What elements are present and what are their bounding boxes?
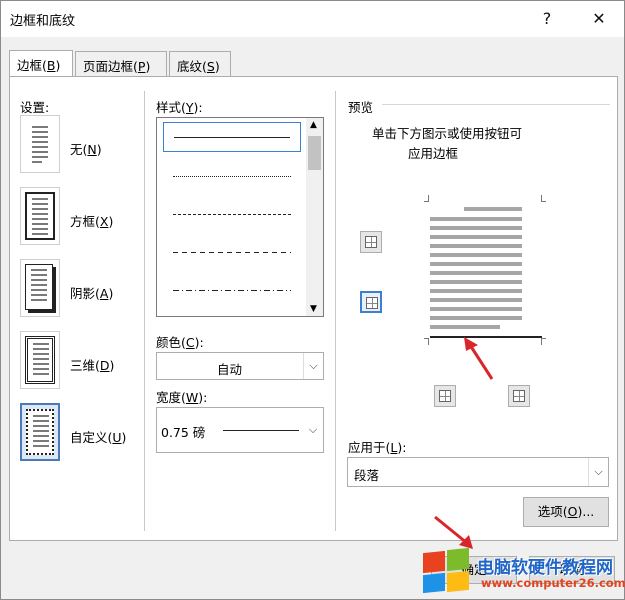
top-border-button[interactable] (360, 231, 382, 253)
border-right-icon (513, 390, 525, 402)
line-style-dashed[interactable] (163, 238, 301, 268)
scroll-up-icon[interactable]: ▲ (310, 120, 317, 130)
document-icon (27, 122, 53, 166)
chevron-down-icon[interactable]: ⌵ (588, 458, 608, 486)
setting-3d-label[interactable]: 三维(D) (70, 355, 114, 374)
custom-document-icon (26, 409, 54, 455)
preview-heading: 预览 (348, 100, 374, 115)
help-button[interactable]: ? (533, 5, 561, 33)
border-left-icon (439, 390, 451, 402)
setting-box-label[interactable]: 方框(X) (70, 211, 113, 230)
left-border-button[interactable] (434, 385, 456, 407)
red-arrow-annotation (464, 337, 494, 380)
setting-none-thumb[interactable] (20, 115, 60, 173)
line-style-dashed-small[interactable] (163, 200, 301, 230)
border-top-icon (365, 236, 377, 248)
apply-to-heading: 应用于(L): (348, 440, 407, 455)
width-dropdown[interactable]: 0.75 磅 ⌵ (156, 407, 324, 453)
shadow-document-icon (25, 264, 53, 310)
preview-instruction-2: 应用边框 (408, 146, 459, 161)
apply-to-dropdown[interactable]: 段落 ⌵ (347, 457, 609, 487)
line-style-list[interactable]: ▲ ▼ (156, 117, 324, 317)
line-style-dotted[interactable] (163, 162, 301, 192)
setting-shadow-label[interactable]: 阴影(A) (70, 283, 113, 302)
watermark-title: 电脑软硬件教程网 (477, 558, 613, 578)
settings-heading: 设置: (20, 100, 50, 115)
setting-custom-thumb[interactable] (20, 403, 60, 461)
tab-shading[interactable]: 底纹(S) (169, 51, 231, 76)
right-border-button[interactable] (508, 385, 530, 407)
chevron-down-icon[interactable]: ⌵ (303, 408, 323, 452)
dialog-title: 边框和底纹 (10, 14, 76, 29)
options-button[interactable]: 选项(O)... (523, 497, 609, 527)
tab-borders[interactable]: 边框(B) (9, 50, 73, 77)
watermark-url: www.computer26.com (481, 576, 625, 590)
line-style-solid[interactable] (163, 122, 301, 152)
border-bottom-icon (366, 297, 378, 309)
width-heading: 宽度(W): (156, 390, 208, 405)
bottom-border-button[interactable] (360, 291, 382, 313)
setting-shadow-thumb[interactable] (20, 259, 60, 317)
preview-diagram[interactable] (424, 195, 546, 345)
apply-to-value: 段落 (354, 468, 380, 483)
chevron-down-icon[interactable]: ⌵ (303, 353, 323, 379)
setting-3d-thumb[interactable] (20, 331, 60, 389)
borders-and-shading-dialog: 边框和底纹 ? ✕ 边框(B) 页面边框(P) 底纹(S) 设置: 无(N) 方… (0, 0, 625, 600)
width-line-sample (223, 430, 299, 431)
line-style-dash-dot[interactable] (163, 276, 301, 306)
color-heading: 颜色(C): (156, 335, 204, 350)
preview-instruction-1: 单击下方图示或使用按钮可 (372, 126, 523, 141)
title-bar: 边框和底纹 ? ✕ (1, 1, 624, 37)
color-value: 自动 (217, 362, 243, 377)
tab-page-border[interactable]: 页面边框(P) (75, 51, 167, 76)
boxed-document-icon (25, 192, 55, 240)
scroll-down-icon[interactable]: ▼ (310, 304, 317, 314)
setting-none-label[interactable]: 无(N) (70, 139, 102, 158)
width-value: 0.75 磅 (161, 425, 206, 440)
close-button[interactable]: ✕ (585, 5, 613, 33)
separator (335, 91, 336, 531)
separator (144, 91, 145, 531)
preview-heading-rule (382, 104, 610, 105)
line-style-scrollbar[interactable]: ▲ ▼ (306, 118, 323, 316)
setting-custom-label[interactable]: 自定义(U) (70, 427, 126, 446)
windows-logo (421, 546, 475, 596)
style-heading: 样式(Y): (156, 100, 203, 115)
borders-tab-panel: 设置: 无(N) 方框(X) 阴影(A) 三维(D) 自定义(U) 样式(Y):… (9, 76, 618, 541)
3d-document-icon (25, 336, 55, 384)
color-dropdown[interactable]: 自动 ⌵ (156, 352, 324, 380)
scroll-thumb[interactable] (308, 136, 321, 170)
setting-box-thumb[interactable] (20, 187, 60, 245)
